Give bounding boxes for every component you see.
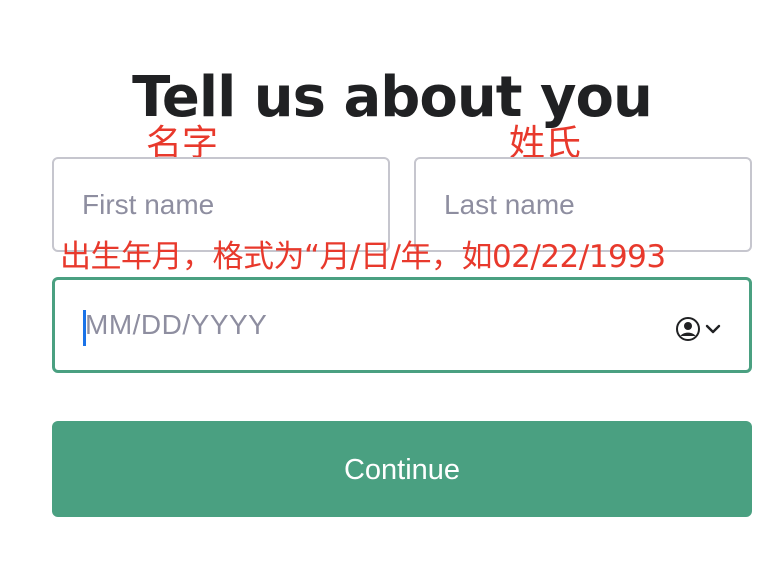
last-name-input[interactable] [416, 159, 750, 250]
first-name-input[interactable] [54, 159, 388, 250]
page-title: Tell us about you [132, 64, 653, 130]
chevron-down-icon [705, 324, 721, 334]
text-caret [83, 310, 86, 346]
birthday-annotation: 出生年月，格式为“月/日/年，如02/22/1993 [60, 239, 666, 275]
autofill-button[interactable] [675, 316, 725, 342]
continue-button[interactable]: Continue [52, 421, 752, 517]
contact-card-icon [676, 317, 700, 341]
birthday-input[interactable] [55, 280, 749, 370]
birthday-field[interactable] [52, 277, 752, 373]
